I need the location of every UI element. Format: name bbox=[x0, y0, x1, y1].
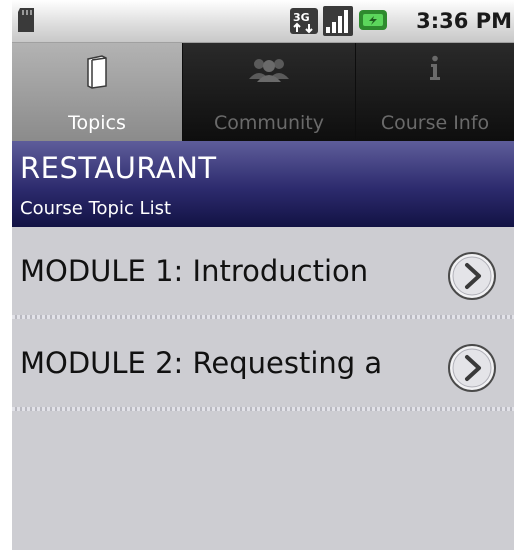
tab-course-info-label: Course Info bbox=[380, 112, 490, 134]
course-title: RESTAURANT bbox=[20, 151, 217, 185]
tab-community-label: Community bbox=[214, 112, 324, 134]
row-divider bbox=[12, 407, 514, 411]
network-label: 3G bbox=[293, 11, 310, 24]
people-icon bbox=[249, 59, 289, 82]
sd-card-icon bbox=[18, 8, 34, 32]
signal-icon bbox=[323, 6, 353, 36]
tab-bar: Topics Community Course Info bbox=[12, 43, 514, 141]
network-3g-icon: 3G bbox=[290, 8, 318, 34]
topic-label: MODULE 1: Introduction bbox=[20, 254, 369, 288]
tab-course-info[interactable]: Course Info bbox=[356, 43, 514, 141]
app-screen: 3G 3:36 PM Topics Community Course Info … bbox=[12, 0, 514, 550]
book-icon bbox=[87, 55, 107, 89]
chevron-right-icon[interactable] bbox=[446, 250, 498, 302]
course-header: RESTAURANT Course Topic List bbox=[12, 141, 514, 227]
battery-icon bbox=[359, 10, 387, 30]
status-bar: 3G 3:36 PM bbox=[12, 0, 514, 43]
tab-community[interactable]: Community bbox=[183, 43, 355, 141]
topic-label: MODULE 2: Requesting a bbox=[20, 346, 383, 380]
course-subtitle: Course Topic List bbox=[20, 198, 172, 219]
status-time: 3:36 PM bbox=[416, 9, 512, 33]
tab-topics[interactable]: Topics bbox=[12, 43, 182, 141]
list-item[interactable]: MODULE 2: Requesting a bbox=[12, 319, 514, 411]
info-icon bbox=[430, 55, 440, 80]
chevron-right-icon[interactable] bbox=[446, 342, 498, 394]
list-item[interactable]: MODULE 1: Introduction bbox=[12, 227, 514, 319]
tab-topics-label: Topics bbox=[68, 112, 126, 134]
